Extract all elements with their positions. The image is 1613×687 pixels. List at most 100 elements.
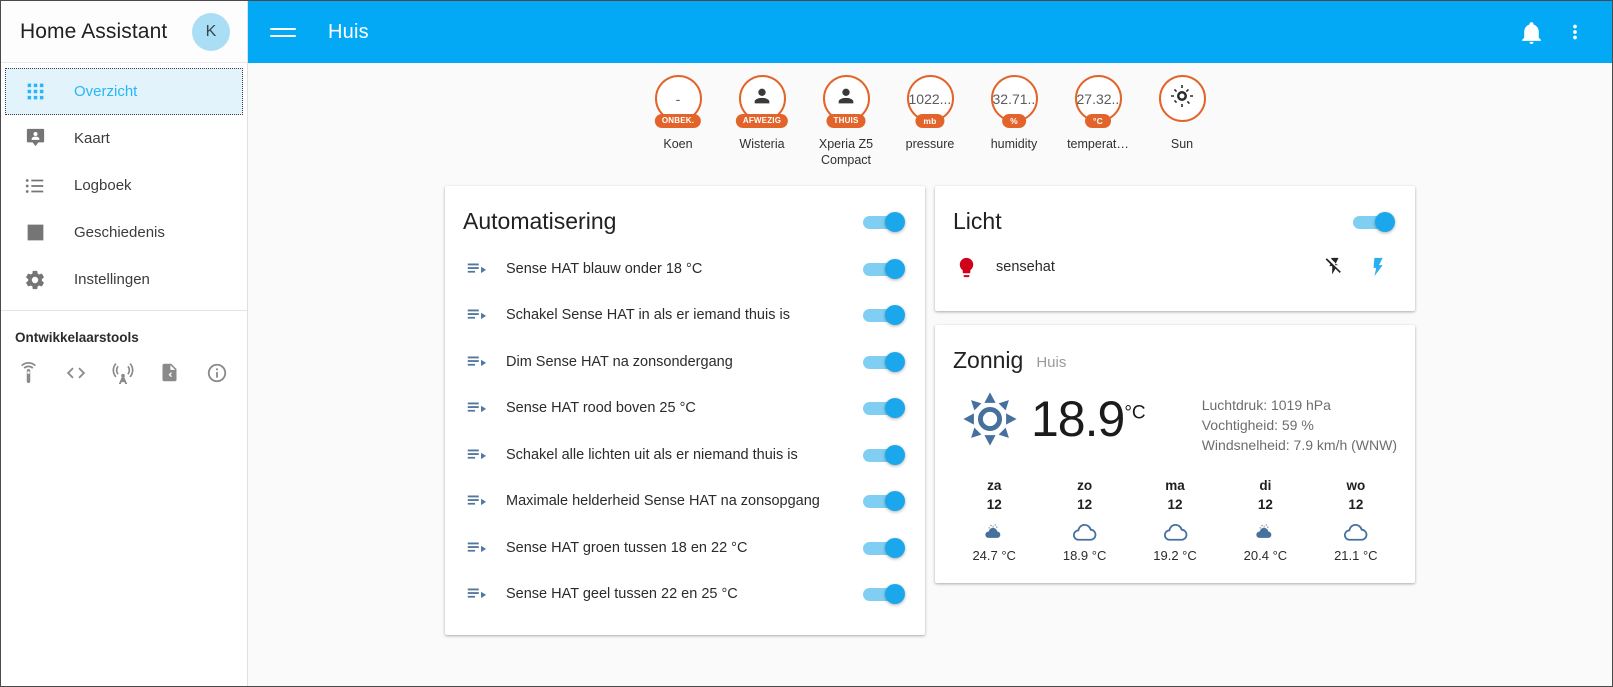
forecast-weekday: zo	[1077, 477, 1093, 493]
badge-sun[interactable]: Sun	[1145, 75, 1219, 168]
automation-row[interactable]: Sense HAT rood boven 25 °C	[463, 385, 907, 432]
automation-toggle[interactable]	[863, 444, 907, 465]
weather-temperature-value: 18.9	[1031, 391, 1125, 448]
badge-label: Wisteria	[739, 137, 785, 151]
automation-row[interactable]: Maximale helderheid Sense HAT na zonsopg…	[463, 478, 907, 525]
automation-toggle[interactable]	[863, 491, 907, 511]
sidebar-item-geschiedenis[interactable]: Geschiedenis	[5, 209, 243, 256]
automation-toggle[interactable]	[863, 398, 907, 418]
automation-name: Schakel alle lichten uit als er niemand …	[506, 446, 798, 463]
sidebar-item-kaart[interactable]: Kaart	[5, 115, 243, 162]
badge-koen[interactable]: - ONBEK. Koen	[641, 75, 715, 168]
weather-sunny-icon	[959, 388, 1021, 450]
forecast-weekday: di	[1259, 477, 1272, 493]
automation-name: Sense HAT groen tussen 18 en 22 °C	[506, 539, 748, 556]
badge-circle: 1022.... mb	[906, 75, 954, 128]
forecast-date: 12	[986, 497, 1002, 513]
dots-vertical-icon[interactable]	[1556, 13, 1594, 51]
sidebar-item-instellingen[interactable]: Instellingen	[5, 256, 243, 303]
sidebar-item-label: Kaart	[74, 130, 110, 147]
hamburger-menu-icon[interactable]	[270, 19, 296, 45]
toggle-knob	[885, 211, 905, 232]
forecast-date: 12	[1077, 497, 1093, 513]
weather-attr-humidity: Vochtigheid: 59 %	[1201, 417, 1314, 434]
weather-temperature: 18.9°C	[1031, 394, 1146, 444]
light-master-toggle[interactable]	[1353, 211, 1397, 232]
lightbulb-icon	[953, 254, 979, 280]
flash-icon[interactable]	[1367, 255, 1391, 279]
light-row[interactable]: sensehat	[953, 245, 1397, 289]
automation-card-title: Automatisering	[463, 208, 617, 235]
automation-name: Sense HAT geel tussen 22 en 25 °C	[506, 586, 738, 602]
automation-row[interactable]: Schakel alle lichten uit als er niemand …	[463, 431, 907, 478]
automation-toggle[interactable]	[863, 584, 907, 604]
automation-row[interactable]: Sense HAT groen tussen 18 en 22 °C	[463, 524, 907, 571]
badge-label: humidity	[990, 137, 1038, 151]
weather-card: Zonnig Huis 18.9°C Luchtdruk: 1019 hPa V…	[935, 325, 1415, 583]
automation-toggle[interactable]	[863, 351, 907, 372]
automation-toggle[interactable]	[863, 537, 907, 558]
forecast-date: 12	[1167, 497, 1183, 513]
forecast-temp: 18.9 °C	[1062, 548, 1107, 563]
badge-pressure[interactable]: 1022.... mb pressure	[893, 75, 967, 168]
sidebar-item-overzicht[interactable]: Overzicht	[5, 68, 243, 115]
playlist-play-icon	[463, 442, 489, 468]
light-name: sensehat	[996, 259, 1055, 276]
file-code-icon[interactable]	[158, 361, 181, 384]
automation-row[interactable]: Schakel Sense HAT in als er iemand thuis…	[463, 292, 907, 339]
forecast-day: di 12 20.4 °C	[1220, 476, 1310, 563]
badge-value: -	[675, 90, 681, 107]
light-card-title: Licht	[953, 208, 1002, 235]
broadcast-icon[interactable]	[111, 361, 134, 384]
playlist-play-icon	[463, 581, 489, 607]
forecast-temp: 20.4 °C	[1243, 548, 1288, 563]
weather-attr-pressure: Luchtdruk: 1019 hPa	[1201, 397, 1331, 414]
sidebar-item-logboek[interactable]: Logboek	[5, 162, 243, 209]
toggle-knob	[885, 258, 905, 279]
sidebar-header: Home Assistant K	[1, 1, 247, 63]
automation-row[interactable]: Sense HAT blauw onder 18 °C	[463, 245, 907, 292]
remote-icon[interactable]	[17, 361, 40, 384]
information-outline-icon[interactable]	[205, 361, 228, 384]
playlist-play-icon	[463, 302, 489, 328]
playlist-play-icon	[463, 349, 489, 375]
weather-partly-cloudy-icon	[949, 518, 1039, 546]
badge-value: 1022....	[908, 91, 952, 106]
forecast-temp: 19.2 °C	[1153, 548, 1197, 563]
forecast-day: ma 12 19.2 °C	[1130, 476, 1220, 563]
badge-value: 27.32...	[1076, 91, 1120, 106]
forecast-weekday: ma	[1165, 477, 1185, 493]
automation-toggle[interactable]	[863, 305, 907, 325]
map-marker-account-icon	[22, 126, 48, 152]
avatar[interactable]: K	[192, 12, 230, 51]
automation-row[interactable]: Dim Sense HAT na zonsondergang	[463, 338, 907, 385]
chart-box-icon	[22, 220, 48, 246]
code-tags-icon[interactable]	[64, 361, 87, 384]
badge-wisteria[interactable]: AFWEZIG Wisteria	[725, 75, 799, 168]
automation-master-toggle[interactable]	[863, 211, 907, 232]
automation-toggle[interactable]	[863, 258, 907, 279]
badge-humidity[interactable]: 32.71... % humidity	[977, 75, 1051, 168]
toggle-knob	[885, 491, 905, 511]
automation-row[interactable]: Sense HAT geel tussen 22 en 25 °C	[463, 571, 907, 618]
forecast-date: 12	[1348, 497, 1364, 513]
weather-condition-title: Zonnig	[953, 347, 1024, 374]
automation-name: Sense HAT blauw onder 18 °C	[506, 260, 703, 277]
format-list-bulleted-icon	[22, 173, 48, 199]
home-assistant-app: Home Assistant K Overzicht Kaart Logboek…	[0, 0, 1613, 687]
automation-card-header: Automatisering	[445, 186, 925, 245]
light-card: Licht sensehat	[935, 186, 1415, 312]
automation-name: Schakel Sense HAT in als er iemand thuis…	[506, 307, 790, 323]
flash-off-icon[interactable]	[1322, 255, 1346, 279]
badge-temperature[interactable]: 27.32... °C temperat…	[1061, 75, 1135, 168]
forecast-day: wo 12 21.1 °C	[1311, 476, 1401, 563]
sun-icon	[1170, 84, 1194, 113]
badge-xperia-z5-compact[interactable]: THUIS Xperia Z5 Compact	[809, 75, 883, 168]
automation-name: Dim Sense HAT na zonsondergang	[506, 353, 733, 370]
badge-circle: AFWEZIG	[735, 75, 789, 128]
forecast-weekday: wo	[1346, 477, 1366, 493]
bell-icon[interactable]	[1512, 13, 1550, 51]
badge-circle	[1158, 75, 1206, 122]
cards-container: Automatisering Sense HAT blauw onder 18 …	[248, 168, 1612, 636]
playlist-play-icon	[463, 535, 489, 561]
